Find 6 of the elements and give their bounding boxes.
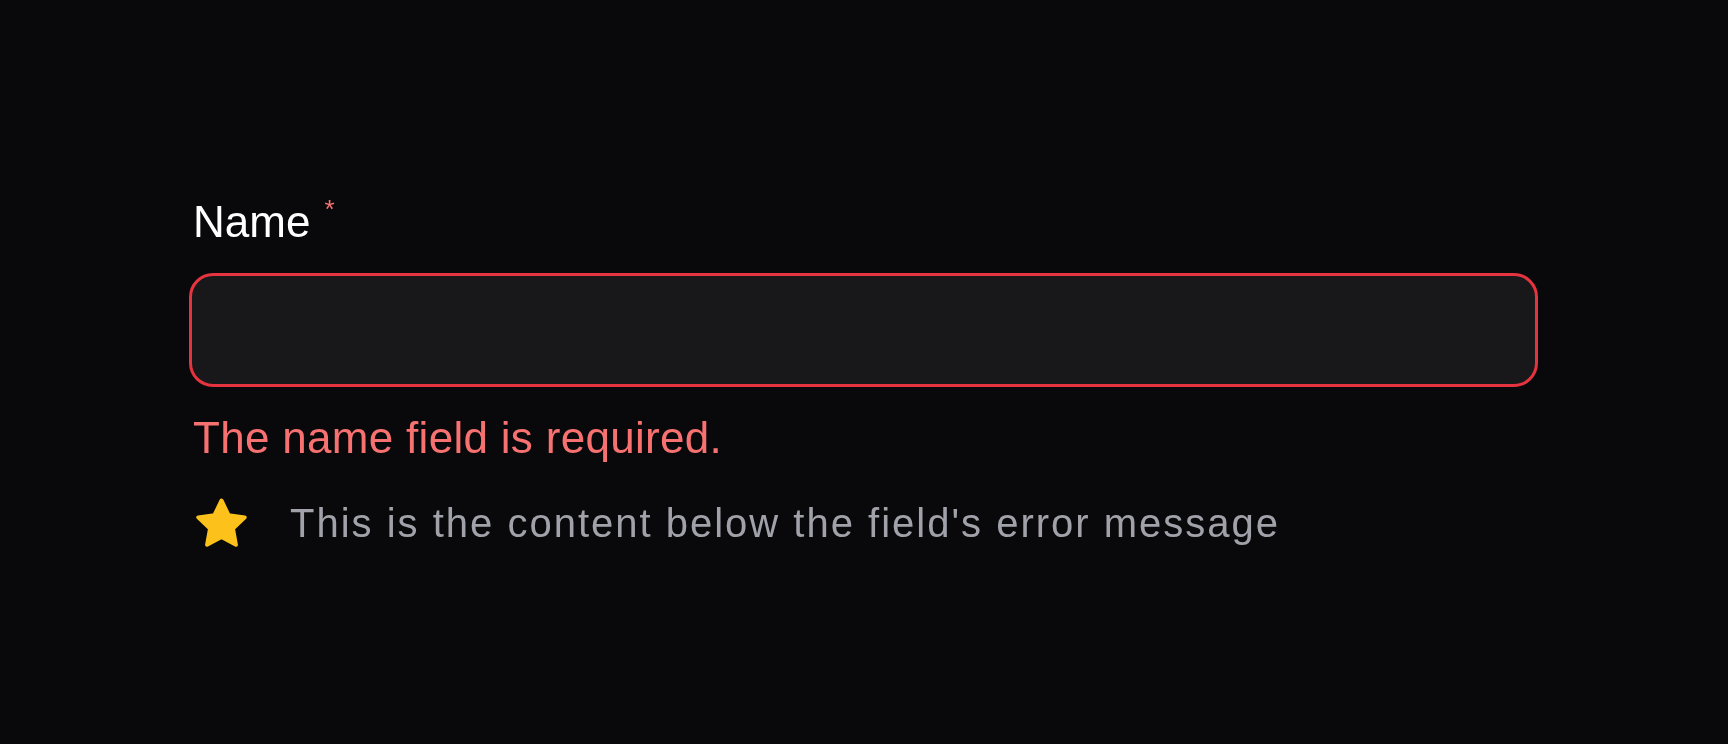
error-message: The name field is required.	[192, 412, 723, 464]
input-field[interactable]	[189, 273, 1538, 387]
star-icon	[196, 498, 247, 547]
field-label: Name	[192, 196, 311, 248]
required-asterisk: *	[324, 196, 335, 222]
helper-text: This is the content below the field's error message	[290, 499, 1281, 547]
